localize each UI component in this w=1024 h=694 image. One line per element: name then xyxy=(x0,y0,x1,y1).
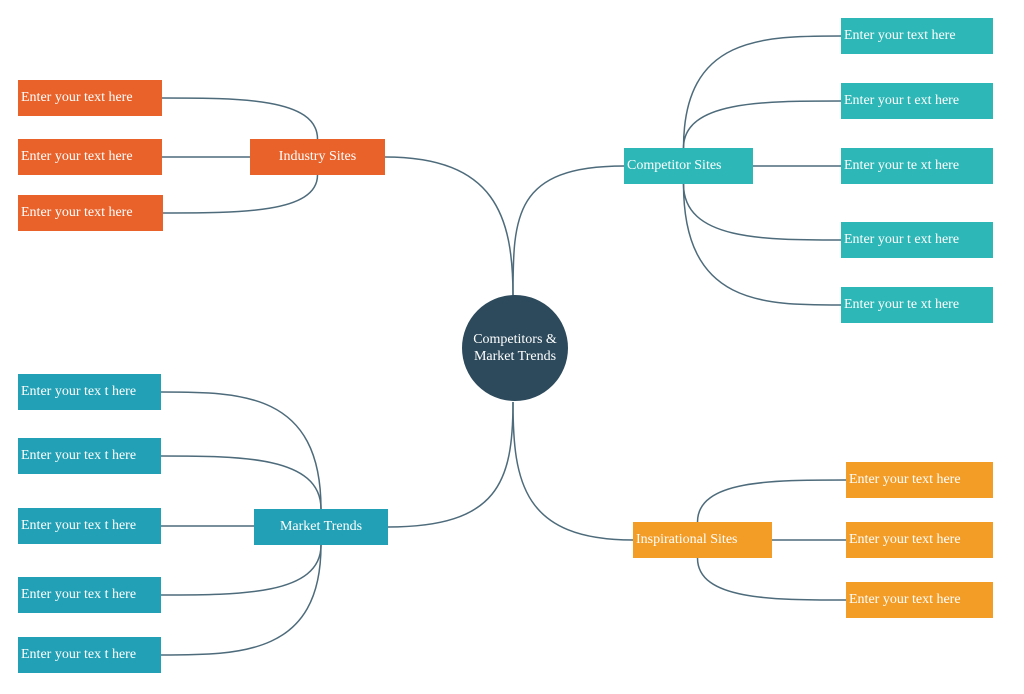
leaf-competitor[interactable]: Enter your te xt here xyxy=(841,287,993,323)
leaf-market[interactable]: Enter your tex t here xyxy=(18,508,161,544)
branch-competitor[interactable]: Competitor Sites xyxy=(624,148,753,184)
leaf-competitor[interactable]: Enter your te xt here xyxy=(841,148,993,184)
branch-competitor-label: Competitor Sites xyxy=(627,158,722,173)
leaf-market[interactable]: Enter your tex t here xyxy=(18,374,161,410)
leaf-competitor-label: Enter your t ext here xyxy=(844,93,960,108)
leaf-inspirational-label: Enter your text here xyxy=(849,472,961,487)
leaf-link xyxy=(160,455,322,510)
leaf-competitor-label: Enter your te xt here xyxy=(844,297,960,312)
branch-industry-label: Industry Sites xyxy=(278,149,357,164)
leaf-link xyxy=(696,557,847,601)
leaf-market-label: Enter your tex t here xyxy=(21,587,137,602)
leaf-market-label: Enter your tex t here xyxy=(21,384,137,399)
branch-industry[interactable]: Industry Sites xyxy=(250,139,385,175)
leaf-market[interactable]: Enter your tex t here xyxy=(18,577,161,613)
leaf-link xyxy=(162,174,319,214)
leaf-competitor[interactable]: Enter your t ext here xyxy=(841,222,993,258)
leaf-inspirational[interactable]: Enter your text here xyxy=(846,462,993,498)
leaf-link xyxy=(696,479,847,523)
branch-link-competitor xyxy=(512,165,625,297)
leaf-competitor-label: Enter your t ext here xyxy=(844,232,960,247)
leaf-competitor-label: Enter your text here xyxy=(844,28,956,43)
leaf-market-label: Enter your tex t here xyxy=(21,647,137,662)
leaf-link xyxy=(682,183,842,241)
leaf-competitor[interactable]: Enter your text here xyxy=(841,18,993,54)
branch-market-label: Market Trends xyxy=(279,519,363,534)
branch-link-market xyxy=(387,401,514,528)
leaf-market-label: Enter your tex t here xyxy=(21,518,137,533)
leaf-inspirational-label: Enter your text here xyxy=(849,532,961,547)
leaf-inspirational[interactable]: Enter your text here xyxy=(846,582,993,618)
leaf-competitor-label: Enter your te xt here xyxy=(844,158,960,173)
leaf-market[interactable]: Enter your tex t here xyxy=(18,438,161,474)
leaf-industry-label: Enter your text here xyxy=(21,149,133,164)
branch-inspirational[interactable]: Inspirational Sites xyxy=(633,522,772,558)
leaf-link xyxy=(160,544,322,656)
leaf-industry[interactable]: Enter your text here xyxy=(18,195,163,231)
leaf-competitor[interactable]: Enter your t ext here xyxy=(841,83,993,119)
leaf-inspirational[interactable]: Enter your text here xyxy=(846,522,993,558)
mind-map: Competitors & Market Trends Industry Site… xyxy=(0,0,1024,694)
central-topic-line2: Market Trends xyxy=(473,349,557,364)
leaf-industry-label: Enter your text here xyxy=(21,90,133,105)
leaf-link xyxy=(682,183,842,306)
branch-link-inspirational xyxy=(512,401,634,541)
leaf-industry[interactable]: Enter your text here xyxy=(18,139,162,175)
leaf-link xyxy=(682,100,842,149)
central-topic[interactable]: Competitors & Market Trends xyxy=(462,295,568,401)
leaf-market[interactable]: Enter your tex t here xyxy=(18,637,161,673)
leaf-inspirational-label: Enter your text here xyxy=(849,592,961,607)
leaf-market-label: Enter your tex t here xyxy=(21,448,137,463)
leaf-link xyxy=(682,35,842,149)
leaf-link xyxy=(160,544,322,596)
branch-inspirational-label: Inspirational Sites xyxy=(636,532,738,547)
leaf-industry-label: Enter your text here xyxy=(21,205,133,220)
central-topic-line1: Competitors & xyxy=(473,332,557,347)
leaf-industry[interactable]: Enter your text here xyxy=(18,80,162,116)
leaf-link xyxy=(160,391,322,510)
branch-market[interactable]: Market Trends xyxy=(254,509,388,545)
leaf-link xyxy=(161,97,319,140)
branch-link-industry xyxy=(384,156,514,297)
